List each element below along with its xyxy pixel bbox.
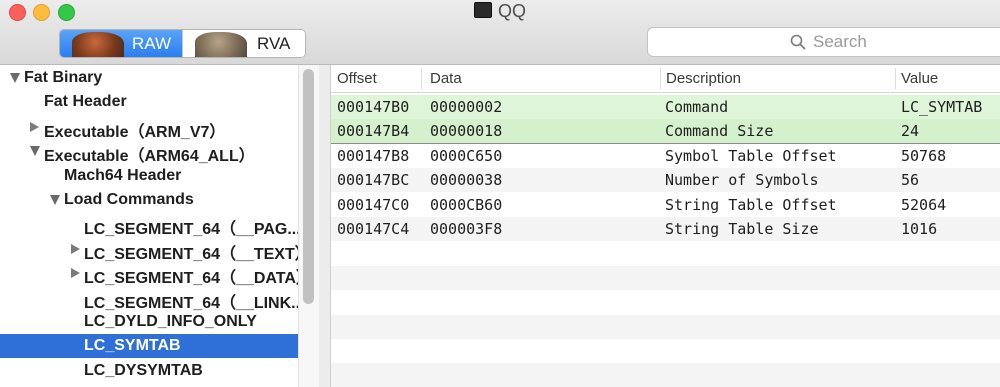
tree-item-label: LC_SYMTAB <box>84 337 181 355</box>
empty-table-row <box>331 314 1000 339</box>
data-cell: 00000038 <box>430 171 503 190</box>
tree-item[interactable]: Mach64 Header <box>0 164 298 188</box>
data-cell: 000003F8 <box>430 220 503 238</box>
value-cell: 52064 <box>901 195 947 214</box>
disclosure-triangle-open-icon[interactable] <box>50 195 60 205</box>
column-divider <box>421 68 422 89</box>
description-cell: String Table Offset <box>665 195 837 214</box>
tree-item-label: LC_DYSYMTAB <box>84 361 203 379</box>
tree-item-label: Load Commands <box>64 191 194 208</box>
window-title-text: QQ <box>497 1 526 21</box>
offset-cell: 000147C4 <box>337 220 410 238</box>
raw-mode-icon <box>72 32 124 57</box>
detail-table: Offset Data Description Value 000147B0 00… <box>331 65 1000 387</box>
column-divider <box>660 68 661 89</box>
rva-mode-button[interactable]: RVA <box>182 30 305 57</box>
structure-tree: Fat Binary Fat Header Executable（ARM_V7） Ex… <box>0 65 319 387</box>
tree-item[interactable]: LC_SEGMENT_64（__LINK... <box>0 286 305 312</box>
description-cell: Number of Symbols <box>665 171 819 190</box>
data-cell: 0000CB60 <box>430 195 503 214</box>
disclosure-triangle-closed-icon[interactable] <box>71 243 80 254</box>
tree-scrollbar-thumb[interactable] <box>303 69 314 304</box>
empty-table-row <box>331 363 1000 387</box>
raw-mode-button[interactable]: RAW <box>60 30 182 57</box>
table-row[interactable]: 000147BC 00000038 Number of Symbols 56 <box>331 168 1000 193</box>
tree-item-label: LC_DYLD_INFO_ONLY <box>84 313 257 330</box>
value-cell: 56 <box>901 171 920 190</box>
offset-cell: 000147B8 <box>337 146 410 165</box>
rva-mode-icon <box>195 32 247 57</box>
tree-item[interactable]: Fat Binary <box>0 66 298 90</box>
window-title: QQ <box>0 1 1000 22</box>
table-row[interactable]: 000147B0 00000002 Command LC_SYMTAB <box>331 95 1000 119</box>
tree-item[interactable]: LC_SEGMENT_64（__TEXT） <box>0 237 311 263</box>
title-bar: QQ RAW RVA Search <box>0 0 1000 65</box>
raw-mode-label: RAW <box>132 34 172 53</box>
table-row[interactable]: 000147C0 0000CB60 String Table Offset 52064 <box>331 193 1000 217</box>
data-cell: 0000C650 <box>430 146 503 165</box>
tree-scrollbar[interactable] <box>298 65 319 387</box>
column-divider <box>895 68 896 89</box>
empty-table-row <box>331 241 1000 265</box>
tree-item[interactable]: Load Commands <box>0 188 298 212</box>
disclosure-triangle-closed-icon[interactable] <box>30 121 39 132</box>
tree-item-label: LC_SEGMENT_64（__LINK... <box>84 294 305 312</box>
disclosure-triangle-closed-icon[interactable] <box>71 268 80 279</box>
data-cell: 00000002 <box>430 98 503 116</box>
description-cell: Command Size <box>665 122 774 141</box>
tree-item[interactable]: LC_SEGMENT_64（__DATA） <box>0 261 312 287</box>
tree-item[interactable]: LC_DYSYMTAB <box>0 359 298 383</box>
tree-item-label: LC_SEGMENT_64（__TEXT） <box>84 245 311 263</box>
table-row[interactable]: 000147C4 000003F8 String Table Size 1016 <box>331 217 1000 241</box>
offset-cell: 000147B0 <box>337 98 410 116</box>
value-cell: 50768 <box>901 146 947 165</box>
tree-item[interactable]: LC_DYLD_INFO_ONLY <box>0 310 298 334</box>
table-row[interactable]: 000147B4 00000018 Command Size 24 <box>331 119 1000 145</box>
address-mode-toggle: RAW RVA <box>59 29 306 58</box>
search-field[interactable]: Search <box>647 27 1000 57</box>
column-header-data[interactable]: Data <box>430 70 462 87</box>
offset-cell: 000147C0 <box>337 195 410 214</box>
table-header: Offset Data Description Value <box>331 65 1000 93</box>
terminal-icon <box>473 2 492 18</box>
table-row[interactable]: 000147B8 0000C650 Symbol Table Offset 50768 <box>331 144 1000 168</box>
empty-table-row <box>331 290 1000 314</box>
tree-item-label: LC_SEGMENT_64（__DATA） <box>84 270 312 288</box>
tree-item[interactable]: Executable（ARM_V7） <box>0 115 298 141</box>
rva-mode-label: RVA <box>257 34 291 53</box>
search-placeholder: Search <box>813 32 867 51</box>
tree-item[interactable]: LC_SYMTAB <box>0 334 298 359</box>
column-header-description[interactable]: Description <box>666 70 741 87</box>
data-cell: 00000018 <box>430 122 503 141</box>
search-icon <box>790 34 806 50</box>
description-cell: String Table Size <box>665 220 819 238</box>
tree-item-label: Executable（ARM_V7） <box>44 123 226 141</box>
disclosure-triangle-open-icon[interactable] <box>30 146 40 157</box>
split-view-divider[interactable] <box>319 65 331 387</box>
tree-item[interactable]: LC_SEGMENT_64（__PAG... <box>0 212 301 239</box>
description-cell: Command <box>665 98 729 116</box>
offset-cell: 000147BC <box>337 171 410 190</box>
tree-item[interactable]: Fat Header <box>0 90 298 114</box>
offset-cell: 000147B4 <box>337 122 410 141</box>
disclosure-triangle-open-icon[interactable] <box>10 73 20 83</box>
column-header-offset[interactable]: Offset <box>337 70 377 87</box>
value-cell: 1016 <box>901 220 938 238</box>
tree-item-label: Executable（ARM64_ALL） <box>44 148 255 166</box>
column-header-value[interactable]: Value <box>901 70 938 87</box>
tree-item-label: LC_SEGMENT_64（__PAG... <box>84 221 301 239</box>
empty-table-row <box>331 339 1000 363</box>
tree-item-label: Mach64 Header <box>64 166 182 184</box>
value-cell: LC_SYMTAB <box>901 98 983 116</box>
value-cell: 24 <box>901 122 920 141</box>
empty-table-row <box>331 265 1000 290</box>
tree-item-label: Fat Binary <box>24 69 103 86</box>
tree-item-label: Fat Header <box>44 93 127 111</box>
description-cell: Symbol Table Offset <box>665 146 837 165</box>
tree-item[interactable]: Executable（ARM64_ALL） <box>0 139 298 166</box>
